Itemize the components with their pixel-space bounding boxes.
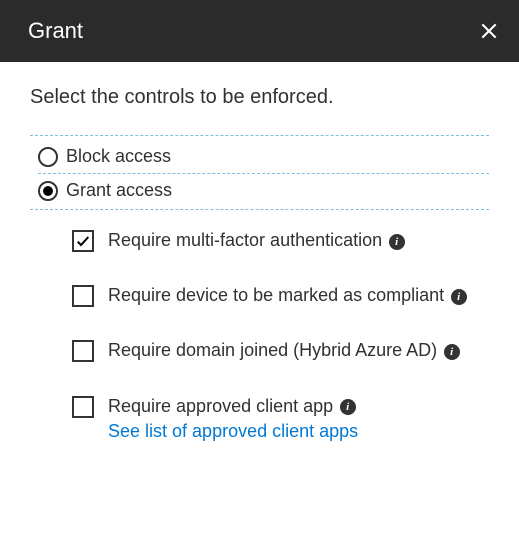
close-button[interactable] [479,21,499,41]
radio-block-access[interactable]: Block access [38,142,489,171]
checkbox-label: Require approved client app [108,396,333,416]
close-icon [479,21,499,41]
approved-client-apps-link[interactable]: See list of approved client apps [108,421,489,442]
panel-title: Grant [28,18,83,44]
checkbox-approved-app[interactable] [72,396,94,418]
checkbox-label: Require domain joined (Hybrid Azure AD) [108,340,437,360]
control-require-compliant: Require device to be marked as compliant… [72,283,489,308]
checkbox-label-wrap: Require device to be marked as compliant… [108,283,489,308]
control-require-mfa: Require multi-factor authentication i [72,228,489,253]
checkbox-label: Require device to be marked as compliant [108,285,444,305]
panel-body: Select the controls to be enforced. Bloc… [0,62,519,442]
intro-text: Select the controls to be enforced. [30,86,489,109]
radio-label: Block access [66,146,171,167]
checkbox-label: Require multi-factor authentication [108,230,382,250]
control-require-approved-app: Require approved client app i See list o… [72,394,489,442]
panel-header: Grant [0,0,519,62]
radio-icon [38,147,58,167]
radio-label: Grant access [66,180,172,201]
access-mode-group: Block access Grant access [30,135,489,210]
check-icon [75,233,91,249]
checkbox-label-wrap: Require domain joined (Hybrid Azure AD) … [108,338,489,363]
control-require-domain-joined: Require domain joined (Hybrid Azure AD) … [72,338,489,363]
checkbox-label-wrap: Require multi-factor authentication i [108,228,489,253]
info-icon[interactable]: i [340,399,356,415]
controls-list: Require multi-factor authentication i Re… [30,210,489,442]
info-icon[interactable]: i [451,289,467,305]
checkbox-label-wrap: Require approved client app i See list o… [108,394,489,442]
checkbox-mfa[interactable] [72,230,94,252]
info-icon[interactable]: i [389,234,405,250]
info-icon[interactable]: i [444,344,460,360]
radio-grant-access[interactable]: Grant access [38,173,489,205]
radio-icon [38,181,58,201]
checkbox-compliant[interactable] [72,285,94,307]
checkbox-domain[interactable] [72,340,94,362]
